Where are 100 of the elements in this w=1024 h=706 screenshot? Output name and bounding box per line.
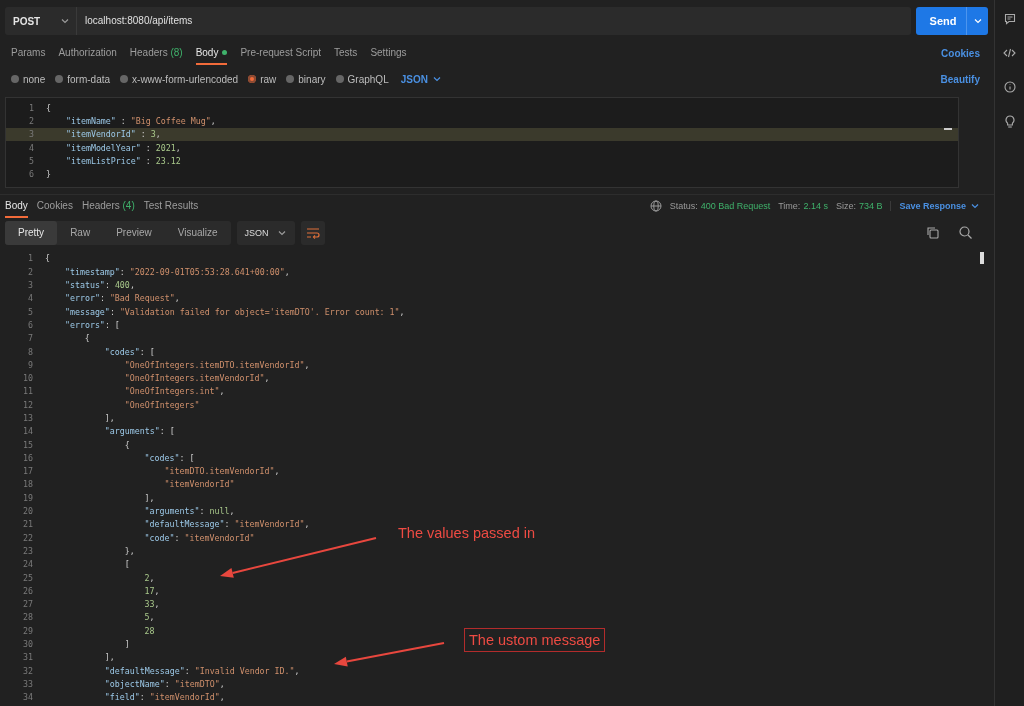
request-tab[interactable]: Authorization: [58, 41, 117, 65]
code-line: 2,: [144, 572, 155, 583]
line-number: 6: [27, 319, 33, 330]
line-number: 28: [22, 612, 33, 623]
send-options-button[interactable]: [966, 7, 988, 35]
code-line: "arguments": [: [104, 426, 175, 437]
line-number: 30: [22, 639, 33, 650]
line-number: 4: [28, 142, 34, 153]
code-line: ]: [124, 639, 130, 650]
response-tab[interactable]: Cookies: [36, 193, 73, 218]
line-number: 1: [27, 253, 33, 264]
scroll-marker: [944, 128, 952, 130]
code-line: "defaultMessage": "Invalid Vendor ID.",: [104, 665, 300, 676]
code-line: 17,: [144, 585, 160, 596]
format-dropdown[interactable]: JSON: [236, 220, 295, 245]
caret-icon: [973, 16, 983, 26]
line-number: 3: [27, 280, 33, 290]
view-mode-tab[interactable]: Preview: [103, 220, 165, 245]
line-number: 18: [22, 479, 33, 490]
view-mode-tab[interactable]: Visualize: [164, 220, 231, 245]
code-line: 28: [144, 625, 155, 636]
line-number: 34: [22, 692, 33, 703]
caret-icon: [60, 16, 70, 26]
line-number: 32: [22, 665, 33, 676]
view-mode-tab[interactable]: Raw: [57, 220, 104, 245]
code-line: "OneOfIntegers.int",: [124, 386, 225, 397]
response-tab[interactable]: Headers (4): [81, 193, 135, 218]
line-number: 19: [22, 492, 33, 503]
wrap-lines-icon: [305, 226, 320, 239]
line-number: 5: [28, 155, 34, 166]
send-button[interactable]: Send: [916, 7, 966, 35]
line-number: 2: [27, 266, 33, 277]
line-number: 5: [27, 306, 33, 317]
line-number: 33: [22, 678, 33, 689]
code-line: "message": "Validation failed for object='itemDTO'. Error count: 1",: [64, 306, 405, 317]
caret-icon: [431, 74, 442, 84]
line-number: 26: [22, 585, 33, 596]
comment-icon: [1003, 13, 1016, 25]
code-line: "codes": [: [104, 346, 155, 357]
code-line: "field": "itemVendorId",: [104, 692, 225, 703]
code-line: "OneOfIntegers.itemVendorId",: [124, 373, 270, 384]
body-type-radio[interactable]: x-www-form-urlencoded: [120, 73, 239, 85]
line-number: 7: [27, 333, 33, 344]
code-line: "itemModelYear" : 2021,: [65, 142, 181, 153]
meta-value: 400 Bad Request: [700, 200, 771, 211]
line-number: 22: [22, 532, 33, 543]
code-line: "defaultMessage": "itemVendorId",: [144, 519, 310, 530]
request-tab[interactable]: Params: [11, 41, 46, 65]
meta-value: 2.14 s: [803, 200, 828, 211]
line-number: 27: [22, 599, 33, 610]
code-line: ],: [104, 413, 115, 423]
line-number: 6: [28, 169, 34, 180]
response-tab[interactable]: Test Results: [143, 193, 199, 218]
code-line: }: [46, 169, 51, 180]
code-line: "status": 400,: [64, 280, 135, 290]
line-number: 12: [22, 399, 33, 410]
meta-label: Time:: [778, 200, 801, 211]
line-number: 17: [22, 466, 33, 477]
code-line: 5,: [144, 612, 155, 623]
code-line: "error": "Bad Request",: [64, 293, 180, 304]
code-line: "itemName" : "Big Coffee Mug",: [65, 115, 216, 126]
language-dropdown[interactable]: JSON: [400, 73, 442, 85]
scrollbar-thumb[interactable]: [980, 251, 984, 264]
meta-label: Size:: [835, 200, 856, 211]
annotation-text: The values passed in: [398, 525, 536, 541]
code-line: "timestamp": "2022-09-01T05:53:28.641+00:00",: [64, 266, 290, 277]
copy-icon: [926, 226, 939, 240]
code-line: "errors": [: [64, 319, 120, 330]
request-tab[interactable]: Pre-request Script: [240, 41, 322, 65]
request-tab[interactable]: Body: [195, 41, 228, 65]
view-mode-tab[interactable]: Pretty: [5, 220, 58, 245]
code-line: "objectName": "itemDTO",: [104, 678, 225, 689]
line-number: 3: [28, 129, 34, 140]
request-tab[interactable]: Tests: [334, 41, 358, 65]
cookies-link[interactable]: Cookies: [941, 47, 980, 59]
code-icon: [1003, 47, 1016, 59]
method-dropdown[interactable]: POST: [5, 7, 77, 35]
line-number: 14: [22, 426, 33, 437]
body-type-radio[interactable]: raw: [248, 73, 277, 85]
line-number: 8: [27, 346, 33, 357]
body-type-radio[interactable]: GraphQL: [335, 73, 389, 85]
info-icon: [1003, 81, 1016, 93]
code-line: "OneOfIntegers.itemDTO.itemVendorId",: [124, 359, 310, 370]
body-type-radio[interactable]: none: [11, 73, 46, 85]
line-number: 13: [22, 413, 33, 423]
body-type-radio[interactable]: form-data: [55, 73, 111, 85]
line-number: 20: [22, 506, 33, 517]
request-body-editor[interactable]: 1 { 2 "itemName" : "Big Coffee Mug", 3 "itemVendorId" : 3, 4 "itemModelYear" : 2021, 5 "itemListPrice" : 23.12 6 }: [5, 97, 959, 188]
response-tab[interactable]: Body: [5, 193, 28, 218]
globe-icon: [649, 199, 662, 212]
url-field[interactable]: localhost:8080/api/items: [77, 7, 911, 35]
line-number: 23: [22, 545, 33, 556]
code-line: {: [46, 102, 51, 113]
request-tab[interactable]: Settings: [370, 41, 407, 65]
save-response-button[interactable]: Save Response: [890, 200, 980, 211]
body-type-radio[interactable]: binary: [286, 73, 326, 85]
wrap-lines-button[interactable]: [300, 220, 325, 245]
request-tab[interactable]: Headers (8): [129, 41, 183, 65]
beautify-link[interactable]: Beautify: [940, 73, 980, 85]
code-line: "itemDTO.itemVendorId",: [164, 466, 280, 477]
